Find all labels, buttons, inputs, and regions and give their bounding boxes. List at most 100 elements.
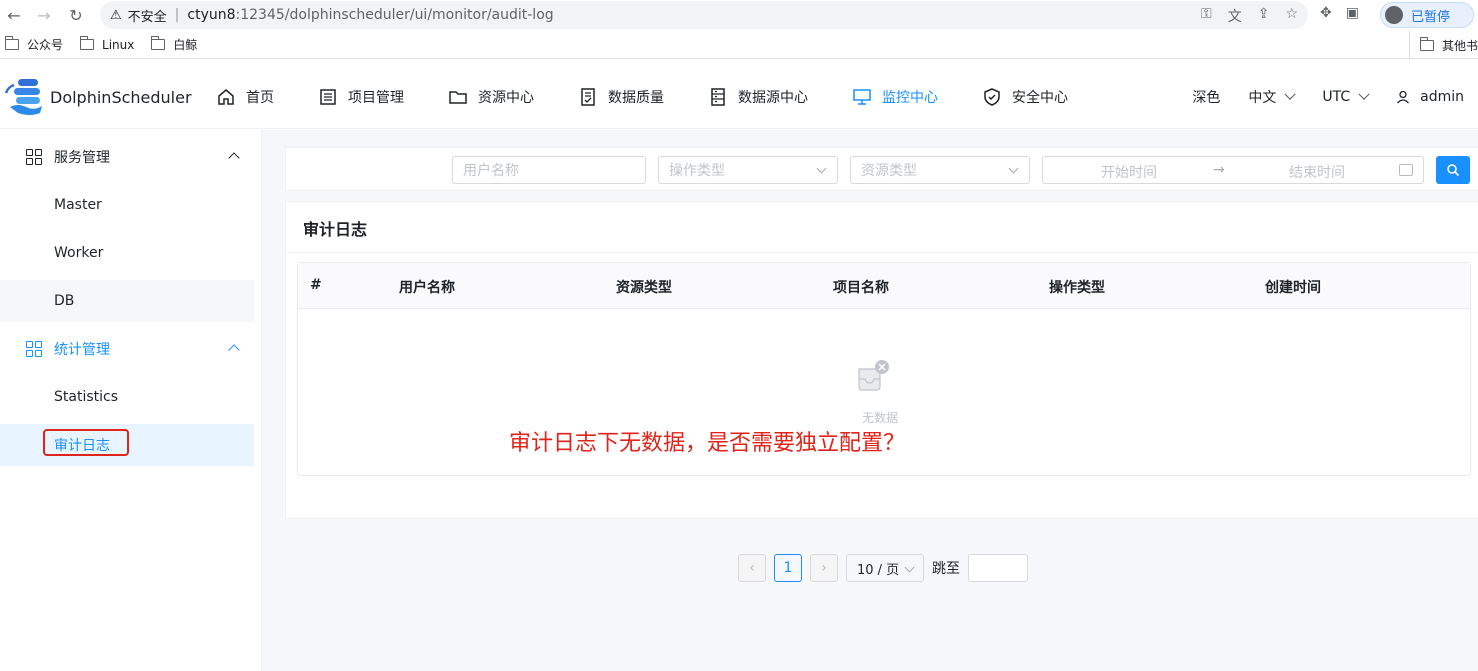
chevron-down-icon — [1008, 163, 1019, 174]
url-divider: | — [174, 7, 180, 23]
audit-log-table: # 用户名称 资源类型 项目名称 操作类型 创建时间 无数据 审计日志下无数据，… — [297, 262, 1471, 476]
address-bar[interactable]: ⚠ 不安全 | ctyun8:12345/dolphinscheduler/ui… — [100, 1, 1308, 29]
placeholder: 资源类型 — [861, 163, 917, 179]
nav-label: 安全中心 — [1012, 90, 1068, 106]
translate-icon[interactable]: 文 — [1228, 6, 1242, 26]
nav-label: 资源中心 — [478, 90, 534, 106]
date-range-picker[interactable]: 开始时间 → 结束时间 — [1042, 156, 1424, 184]
folder-icon — [151, 36, 166, 50]
nav-label: 数据源中心 — [738, 90, 808, 106]
language-label: 中文 — [1248, 90, 1277, 106]
sidebar-item-label: DB — [54, 293, 75, 309]
theme-toggle[interactable]: 深色 — [1192, 87, 1220, 107]
operation-type-select[interactable]: 操作类型 — [658, 156, 838, 184]
back-icon[interactable]: ← — [4, 5, 24, 25]
profile-button[interactable]: 已暂停 — [1380, 2, 1474, 28]
sidebar-item-db[interactable]: DB — [0, 280, 254, 322]
security-status: 不安全 — [127, 9, 167, 25]
document-check-icon — [578, 87, 598, 107]
logo[interactable]: DolphinScheduler — [4, 77, 192, 117]
sidebar-item-worker[interactable]: Worker — [0, 232, 254, 274]
sidebar-group-service[interactable]: 服务管理 — [0, 133, 254, 181]
app-header: DolphinScheduler 首页 项目管理 资源中心 数据质量 数据源中心… — [0, 65, 1478, 129]
key-icon[interactable]: ⚿ — [1201, 6, 1212, 26]
folder-icon — [1419, 36, 1434, 51]
column-header: 操作类型 — [1049, 280, 1105, 296]
end-time-placeholder: 结束时间 — [1289, 165, 1345, 181]
filter-bar: 用户名称 操作类型 资源类型 开始时间 → 结束时间 — [285, 147, 1478, 191]
language-select[interactable]: 中文 — [1248, 87, 1297, 107]
url-path: :12345/dolphinscheduler/ui/monitor/audit… — [235, 7, 554, 23]
column-header: 创建时间 — [1265, 280, 1321, 296]
logo-text: DolphinScheduler — [50, 87, 192, 107]
grid-icon — [26, 341, 42, 357]
bookmark-label: Linux — [102, 37, 135, 52]
folder-icon — [80, 36, 95, 50]
nav-datasource[interactable]: 数据源中心 — [708, 87, 808, 107]
search-button[interactable] — [1436, 156, 1470, 184]
nav-label: 数据质量 — [608, 90, 664, 106]
nav-label: 监控中心 — [882, 90, 938, 106]
placeholder: 用户名称 — [463, 163, 519, 179]
chevron-left-icon: ‹ — [749, 560, 755, 576]
reload-icon[interactable]: ↻ — [66, 5, 86, 25]
chevron-down-icon — [904, 562, 915, 573]
resource-type-select[interactable]: 资源类型 — [850, 156, 1030, 184]
folder-icon — [5, 36, 19, 50]
star-icon[interactable]: ☆ — [1285, 6, 1298, 26]
share-icon[interactable]: ⇪ — [1258, 6, 1270, 26]
column-header: 用户名称 — [399, 280, 455, 296]
folder-icon — [448, 87, 468, 107]
sidebar-item-label: Statistics — [54, 389, 118, 405]
sidepanel-icon[interactable]: ▣ — [1346, 5, 1359, 21]
nav-project[interactable]: 项目管理 — [318, 87, 404, 107]
sidebar-group-statistics[interactable]: 统计管理 — [0, 325, 254, 373]
timezone-label: UTC — [1322, 89, 1351, 105]
header-right: 深色 中文 UTC admin — [1164, 65, 1464, 129]
chevron-right-icon: › — [821, 560, 827, 576]
bookmark-folder[interactable]: 白鲸 — [151, 36, 197, 53]
table-header: # 用户名称 资源类型 项目名称 操作类型 创建时间 — [298, 263, 1470, 309]
column-header: 项目名称 — [833, 280, 889, 296]
nav-home[interactable]: 首页 — [216, 87, 274, 107]
jump-page-input[interactable] — [968, 554, 1028, 582]
page-number[interactable]: 1 — [774, 554, 802, 582]
database-icon — [708, 87, 728, 107]
avatar — [1385, 6, 1403, 24]
nav-resource[interactable]: 资源中心 — [448, 87, 534, 107]
sidebar-item-master[interactable]: Master — [0, 184, 254, 226]
forward-icon[interactable]: → — [34, 5, 54, 25]
user-name-input[interactable]: 用户名称 — [452, 156, 646, 184]
chevron-down-icon — [816, 163, 827, 174]
jump-label: 跳至 — [932, 561, 960, 577]
bookmark-folder[interactable]: 公众号 — [5, 36, 63, 53]
start-time-placeholder: 开始时间 — [1101, 165, 1157, 181]
project-icon — [318, 87, 338, 107]
grid-icon — [26, 149, 42, 165]
extensions-icon[interactable]: ✥ — [1320, 5, 1332, 21]
sidebar-item-label: Master — [54, 197, 102, 213]
sidebar: 服务管理 Master Worker DB 统计管理 Statistics 审计… — [0, 130, 262, 671]
empty-text: 无数据 — [862, 411, 899, 425]
main-content: 用户名称 操作类型 资源类型 开始时间 → 结束时间 审计日志 # 用户名称 资… — [262, 130, 1478, 671]
sidebar-group-label: 统计管理 — [54, 342, 110, 358]
user-menu[interactable]: admin — [1396, 89, 1464, 105]
bookmark-label: 其他书 — [1441, 38, 1478, 53]
sidebar-item-statistics[interactable]: Statistics — [0, 376, 254, 418]
prev-page-button[interactable]: ‹ — [738, 554, 766, 582]
page-size-select[interactable]: 10 / 页 — [846, 554, 924, 582]
nav-label: 项目管理 — [348, 90, 404, 106]
next-page-button[interactable]: › — [810, 554, 838, 582]
other-bookmarks[interactable]: 其他书 — [1408, 31, 1478, 59]
column-header: 资源类型 — [616, 280, 672, 296]
empty-inbox-icon — [858, 360, 889, 391]
sidebar-item-label: Worker — [54, 245, 104, 261]
nav-label: 首页 — [246, 90, 274, 106]
bookmark-folder[interactable]: Linux — [80, 36, 135, 52]
timezone-select[interactable]: UTC — [1322, 88, 1370, 105]
nav-data-quality[interactable]: 数据质量 — [578, 87, 664, 107]
search-icon — [1447, 164, 1460, 177]
nav-monitor[interactable]: 监控中心 — [852, 87, 938, 107]
nav-security[interactable]: 安全中心 — [982, 87, 1068, 107]
theme-label: 深色 — [1192, 90, 1221, 106]
